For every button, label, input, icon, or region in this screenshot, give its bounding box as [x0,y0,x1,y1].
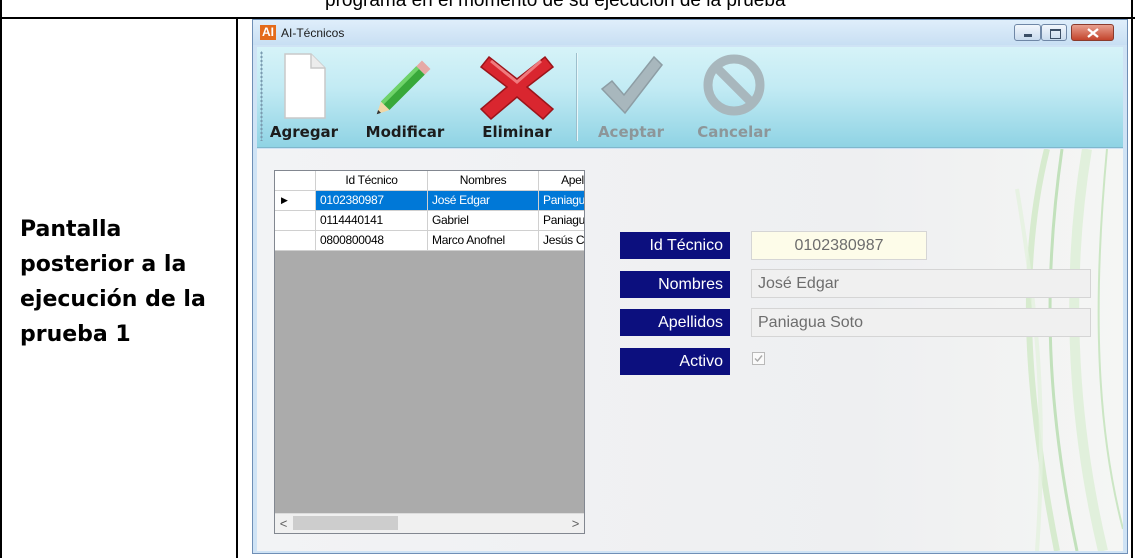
new-document-icon [284,53,326,119]
content-area: Id Técnico Nombres Apellid ▶ 0102380987 … [257,149,1123,551]
pencil-icon [376,60,431,115]
toolbar-grip[interactable] [260,51,263,141]
modificar-label: Modificar [365,123,445,141]
row-header[interactable] [275,231,316,251]
column-header-apellidos[interactable]: Apellid [539,171,584,191]
activo-label: Activo [620,348,730,375]
test-description-label: Pantalla posterior a la ejecución de la … [20,212,220,352]
current-row-arrow-icon: ▶ [275,191,316,211]
minimize-icon [1024,34,1032,37]
cell-apellidos[interactable]: Jesús C [539,231,584,251]
cell-nombres[interactable]: Gabriel [428,211,539,231]
apellidos-field[interactable]: Paniagua Soto [751,308,1091,337]
cancelar-button[interactable]: Cancelar [691,47,777,147]
eliminar-button[interactable]: Eliminar [467,47,567,147]
cell-id[interactable]: 0114440141 [316,211,428,231]
id-tecnico-field[interactable]: 0102380987 [751,231,927,260]
toolbar-separator [576,53,578,141]
column-header-nombres[interactable]: Nombres [428,171,539,191]
label-line-4: prueba 1 [20,322,131,347]
minimize-button[interactable] [1014,24,1041,41]
cancel-icon [703,54,765,116]
app-window: AI AI-Técnicos Agregar Modificar Elimina… [252,19,1128,554]
toolbar: Agregar Modificar Eliminar Aceptar Cance… [257,47,1123,148]
window-title: AI-Técnicos [281,26,345,40]
maximize-icon [1050,29,1061,39]
scroll-right-icon[interactable]: > [567,514,584,533]
nombres-field[interactable]: José Edgar [751,269,1091,298]
close-icon [1087,28,1099,38]
agregar-button[interactable]: Agregar [268,47,340,147]
horizontal-scrollbar[interactable]: < > [275,513,584,533]
title-bar[interactable]: AI AI-Técnicos [253,20,1127,45]
cell-nombres[interactable]: Marco Anofnel [428,231,539,251]
column-header-id[interactable]: Id Técnico [316,171,428,191]
scroll-left-icon[interactable]: < [275,514,292,533]
row-header[interactable] [275,211,316,231]
id-tecnico-label: Id Técnico [620,232,730,259]
cell-id[interactable]: 0800800048 [316,231,428,251]
table-row[interactable]: ▶ 0102380987 José Edgar Paniagu [275,191,584,211]
apellidos-label: Apellidos [620,309,730,336]
grid-header-row: Id Técnico Nombres Apellid [275,171,584,191]
agregar-label: Agregar [269,123,339,141]
cell-apellidos[interactable]: Paniagu [539,211,584,231]
document-top-text: programa en el momento de su ejecución d… [325,0,786,11]
eliminar-label: Eliminar [482,123,552,141]
cell-id[interactable]: 0102380987 [316,191,428,211]
row-header-corner [275,171,316,191]
label-line-1: Pantalla [20,217,122,242]
label-line-3: ejecución de la [20,287,206,312]
red-x-icon [479,55,555,121]
cancelar-label: Cancelar [697,123,771,141]
app-icon: AI [260,25,276,40]
label-line-2: posterior a la [20,252,187,277]
nombres-label: Nombres [620,271,730,298]
aceptar-button[interactable]: Aceptar [591,47,671,147]
table-column-divider [236,17,238,558]
tecnicos-grid[interactable]: Id Técnico Nombres Apellid ▶ 0102380987 … [274,170,585,534]
table-row[interactable]: 0114440141 Gabriel Paniagu [275,211,584,231]
aceptar-label: Aceptar [597,123,665,141]
maximize-button[interactable] [1041,24,1067,41]
cell-apellidos[interactable]: Paniagu [539,191,584,211]
activo-checkbox[interactable] [752,352,765,365]
checkmark-icon [754,355,763,363]
close-button[interactable] [1071,24,1114,41]
cell-nombres[interactable]: José Edgar [428,191,539,211]
table-row[interactable]: 0800800048 Marco Anofnel Jesús C [275,231,584,251]
checkmark-icon [600,55,663,115]
modificar-button[interactable]: Modificar [357,47,453,147]
scrollbar-thumb[interactable] [293,516,398,530]
